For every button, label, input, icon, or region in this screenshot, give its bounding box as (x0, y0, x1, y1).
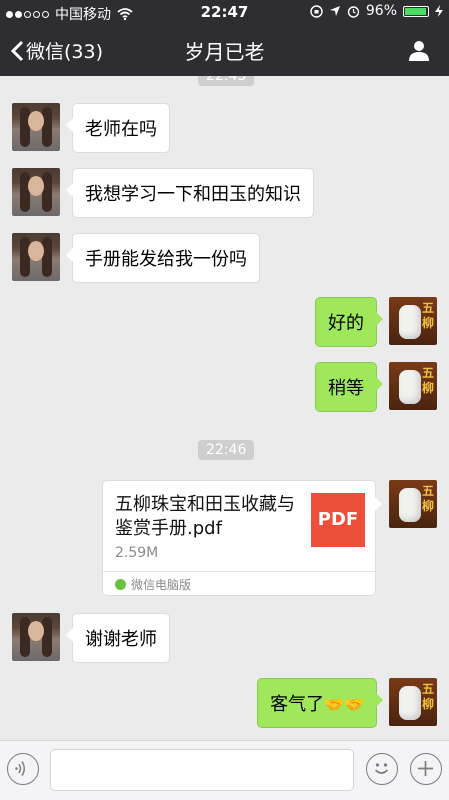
file-source-label: 微信电脑版 (131, 578, 192, 592)
avatar[interactable] (12, 233, 60, 281)
message-list[interactable]: 22:45 老师在吗 我想学习一下和田玉的知识 手册能发给我一份吗 好的 五柳 … (0, 76, 449, 740)
battery-icon (403, 5, 429, 17)
avatar[interactable] (12, 168, 60, 216)
file-name: 五柳珠宝和田玉收藏与鉴赏手册.pdf (115, 494, 295, 539)
voice-icon (15, 761, 25, 776)
avatar-logo-text: 五柳 (421, 682, 434, 711)
avatar-logo-text: 五柳 (421, 366, 434, 395)
file-source: 微信电脑版 (115, 576, 191, 593)
avatar-logo-text: 五柳 (421, 484, 434, 513)
more-button[interactable] (410, 753, 442, 785)
avatar[interactable]: 五柳 (389, 480, 437, 528)
avatar[interactable]: 五柳 (389, 362, 437, 410)
message-bubble[interactable]: 好的 (315, 297, 383, 347)
message-bubble[interactable]: 客气了🤝🤝 (257, 678, 383, 728)
avatar[interactable]: 五柳 (389, 297, 437, 345)
message-text: 客气了 (270, 694, 325, 715)
charging-icon (435, 5, 443, 17)
rotation-lock-icon (310, 4, 323, 18)
input-bar (0, 740, 449, 800)
avatar[interactable]: 五柳 (389, 678, 437, 726)
pdf-file-icon: PDF (311, 493, 365, 547)
message-bubble[interactable]: 稍等 (315, 362, 383, 412)
message-bubble[interactable]: 老师在吗 (66, 103, 170, 153)
file-size: 2.59M (115, 545, 159, 561)
wechat-pc-icon (115, 579, 126, 590)
nav-bar: 微信(33) 岁月已老 (0, 24, 449, 76)
status-bar: 中国移动 22:47 96% (0, 0, 449, 24)
avatar[interactable] (12, 103, 60, 151)
battery-percent: 96% (365, 3, 397, 19)
emoji-button[interactable] (366, 753, 398, 785)
location-icon (329, 6, 340, 16)
message-bubble[interactable]: 我想学习一下和田玉的知识 (66, 168, 314, 218)
voice-input-button[interactable] (7, 753, 39, 785)
divider (103, 571, 375, 572)
timestamp: 22:46 (198, 440, 255, 460)
handshake-emoji: 🤝🤝 (324, 695, 364, 714)
chat-title: 岁月已老 (184, 40, 265, 64)
file-message-card[interactable]: 五柳珠宝和田玉收藏与鉴赏手册.pdf 2.59M PDF 微信电脑版 (102, 480, 382, 596)
message-bubble[interactable]: 手册能发给我一份吗 (66, 233, 260, 283)
message-bubble[interactable]: 谢谢老师 (66, 613, 170, 663)
alarm-icon (347, 5, 360, 18)
avatar[interactable] (12, 613, 60, 661)
timestamp: 22:45 (198, 76, 255, 86)
avatar-logo-text: 五柳 (421, 301, 434, 330)
contact-info-icon[interactable] (407, 38, 431, 62)
message-input[interactable] (50, 749, 354, 791)
plus-icon (418, 761, 433, 776)
smiley-icon (374, 763, 389, 774)
